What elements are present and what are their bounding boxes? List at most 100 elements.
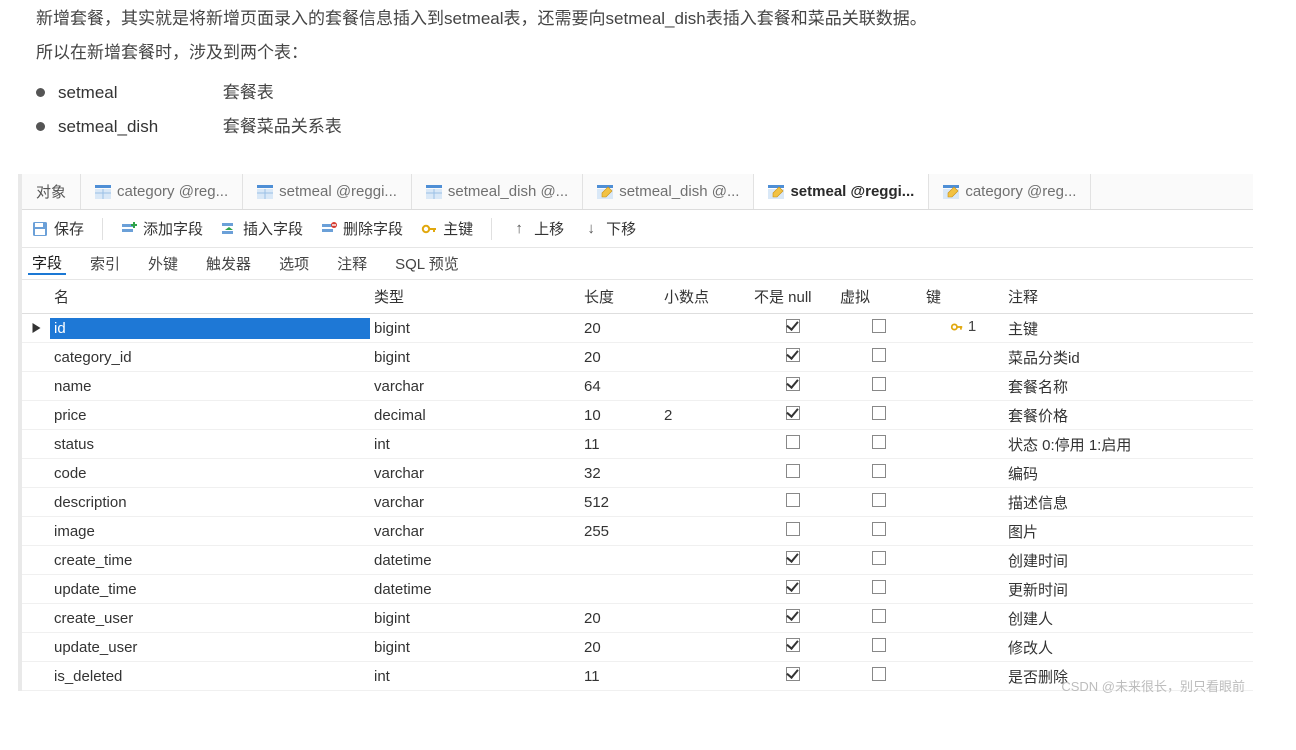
cell-key[interactable]: 1 xyxy=(922,316,1004,340)
table-row[interactable]: namevarchar64套餐名称 xyxy=(22,372,1253,401)
cell-length[interactable]: 20 xyxy=(580,637,660,658)
cell-virtual[interactable] xyxy=(836,549,922,571)
cell-decimals[interactable] xyxy=(660,529,750,533)
editor-tab[interactable]: setmeal @reggi... xyxy=(754,174,929,209)
cell-decimals[interactable] xyxy=(660,616,750,620)
cell-not-null[interactable] xyxy=(750,346,836,368)
cell-not-null[interactable] xyxy=(750,520,836,542)
cell-type[interactable]: datetime xyxy=(370,550,580,571)
cell-virtual[interactable] xyxy=(836,665,922,687)
cell-comment[interactable]: 是否删除 xyxy=(1004,664,1253,689)
cell-name[interactable]: category_id xyxy=(50,347,370,368)
cell-comment[interactable]: 图片 xyxy=(1004,519,1253,544)
cell-decimals[interactable] xyxy=(660,674,750,678)
cell-name[interactable]: create_user xyxy=(50,608,370,629)
cell-virtual[interactable] xyxy=(836,578,922,600)
col-length[interactable]: 长度 xyxy=(580,284,660,309)
cell-not-null[interactable] xyxy=(750,491,836,513)
cell-virtual[interactable] xyxy=(836,433,922,455)
cell-not-null[interactable] xyxy=(750,607,836,629)
cell-not-null[interactable] xyxy=(750,636,836,658)
cell-comment[interactable]: 描述信息 xyxy=(1004,490,1253,515)
table-row[interactable]: idbigint20 1主键 xyxy=(22,314,1253,343)
cell-virtual[interactable] xyxy=(836,404,922,426)
sub-tab[interactable]: SQL 预览 xyxy=(391,253,463,274)
table-row[interactable]: imagevarchar255图片 xyxy=(22,517,1253,546)
cell-virtual[interactable] xyxy=(836,607,922,629)
cell-name[interactable]: image xyxy=(50,521,370,542)
cell-decimals[interactable] xyxy=(660,558,750,562)
cell-key[interactable] xyxy=(922,500,1004,504)
cell-key[interactable] xyxy=(922,355,1004,359)
cell-length[interactable]: 20 xyxy=(580,318,660,339)
cell-type[interactable]: varchar xyxy=(370,521,580,542)
cell-comment[interactable]: 创建时间 xyxy=(1004,548,1253,573)
cell-key[interactable] xyxy=(922,529,1004,533)
col-key[interactable]: 键 xyxy=(922,284,1004,309)
col-not-null[interactable]: 不是 null xyxy=(750,284,836,309)
primary-key-button[interactable]: 主键 xyxy=(421,218,473,239)
cell-name[interactable]: id xyxy=(50,318,370,339)
cell-decimals[interactable] xyxy=(660,645,750,649)
cell-key[interactable] xyxy=(922,442,1004,446)
cell-virtual[interactable] xyxy=(836,520,922,542)
cell-length[interactable]: 10 xyxy=(580,405,660,426)
add-field-button[interactable]: 添加字段 xyxy=(121,218,203,239)
cell-not-null[interactable] xyxy=(750,433,836,455)
editor-tab[interactable]: setmeal_dish @... xyxy=(583,174,754,209)
cell-comment[interactable]: 套餐名称 xyxy=(1004,374,1253,399)
cell-name[interactable]: create_time xyxy=(50,550,370,571)
sub-tab[interactable]: 选项 xyxy=(275,253,313,274)
table-row[interactable]: descriptionvarchar512 描述信息 xyxy=(22,488,1253,517)
save-button[interactable]: 保存 xyxy=(32,218,84,239)
cell-not-null[interactable] xyxy=(750,578,836,600)
cell-virtual[interactable] xyxy=(836,375,922,397)
cell-type[interactable]: varchar xyxy=(370,463,580,484)
cell-not-null[interactable] xyxy=(750,375,836,397)
table-row[interactable]: statusint11状态 0:停用 1:启用 xyxy=(22,430,1253,459)
cell-comment[interactable]: 修改人 xyxy=(1004,635,1253,660)
cell-length[interactable]: 64 xyxy=(580,376,660,397)
cell-type[interactable]: bigint xyxy=(370,637,580,658)
cell-key[interactable] xyxy=(922,384,1004,388)
cell-not-null[interactable] xyxy=(750,549,836,571)
cell-decimals[interactable] xyxy=(660,384,750,388)
cell-not-null[interactable] xyxy=(750,317,836,339)
cell-length[interactable]: 32 xyxy=(580,463,660,484)
table-row[interactable]: create_timedatetime 创建时间 xyxy=(22,546,1253,575)
cell-virtual[interactable] xyxy=(836,491,922,513)
editor-tab[interactable]: setmeal @reggi... xyxy=(243,174,412,209)
cell-length[interactable]: 11 xyxy=(580,434,660,455)
cell-length[interactable]: 512 xyxy=(580,492,660,513)
cell-type[interactable]: varchar xyxy=(370,492,580,513)
cell-comment[interactable]: 主键 xyxy=(1004,316,1253,341)
cell-comment[interactable]: 套餐价格 xyxy=(1004,403,1253,428)
cell-decimals[interactable] xyxy=(660,355,750,359)
sub-tab[interactable]: 注释 xyxy=(333,253,371,274)
cell-type[interactable]: int xyxy=(370,666,580,687)
cell-decimals[interactable] xyxy=(660,587,750,591)
cell-length[interactable]: 20 xyxy=(580,347,660,368)
cell-virtual[interactable] xyxy=(836,636,922,658)
cell-name[interactable]: description xyxy=(50,492,370,513)
delete-field-button[interactable]: 删除字段 xyxy=(321,218,403,239)
cell-length[interactable]: 11 xyxy=(580,666,660,687)
col-decimals[interactable]: 小数点 xyxy=(660,284,750,309)
table-row[interactable]: update_timedatetime 更新时间 xyxy=(22,575,1253,604)
table-row[interactable]: create_userbigint20创建人 xyxy=(22,604,1253,633)
cell-name[interactable]: update_time xyxy=(50,579,370,600)
cell-comment[interactable]: 创建人 xyxy=(1004,606,1253,631)
cell-virtual[interactable] xyxy=(836,317,922,339)
cell-type[interactable]: bigint xyxy=(370,608,580,629)
cell-key[interactable] xyxy=(922,616,1004,620)
cell-virtual[interactable] xyxy=(836,462,922,484)
cell-type[interactable]: datetime xyxy=(370,579,580,600)
cell-name[interactable]: name xyxy=(50,376,370,397)
cell-type[interactable]: decimal xyxy=(370,405,580,426)
cell-name[interactable]: update_user xyxy=(50,637,370,658)
cell-type[interactable]: bigint xyxy=(370,318,580,339)
cell-key[interactable] xyxy=(922,558,1004,562)
cell-not-null[interactable] xyxy=(750,462,836,484)
cell-comment[interactable]: 更新时间 xyxy=(1004,577,1253,602)
cell-type[interactable]: bigint xyxy=(370,347,580,368)
